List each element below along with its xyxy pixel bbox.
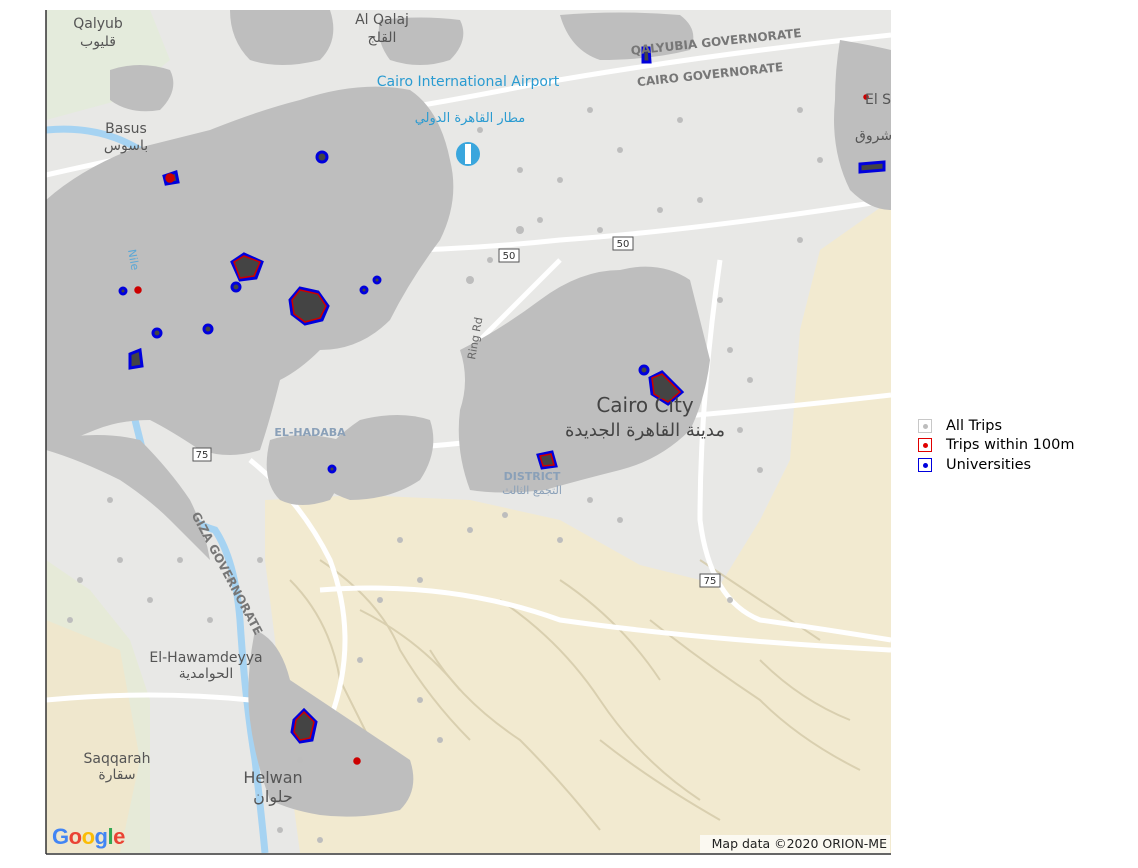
university-point <box>315 150 329 164</box>
map-attribution: Map data ©2020 ORION-ME <box>700 835 890 853</box>
label-el-hawamdeyya-en: El-Hawamdeyya <box>149 650 262 666</box>
label-el-sh-ar: شروق <box>855 128 892 144</box>
road-shield: 50 <box>612 236 634 251</box>
road-shield: 75 <box>192 447 212 462</box>
legend-label: Universities <box>946 456 1032 473</box>
legend-key-trips-within-100m <box>918 438 932 453</box>
legend: All Trips Trips within 100m Universities <box>918 416 1074 475</box>
label-basus-en: Basus <box>105 121 147 137</box>
svg-text:50: 50 <box>503 251 516 262</box>
university-point <box>151 327 163 339</box>
label-qalyub-ar: قليوب <box>80 34 116 50</box>
label-saqqarah-en: Saqqarah <box>83 751 150 767</box>
google-logo: Google <box>52 824 125 849</box>
label-al-qalaj-en: Al Qalaj <box>355 12 409 28</box>
university-point <box>638 364 650 376</box>
university-point <box>372 275 382 285</box>
label-helwan-ar: حلوان <box>253 787 293 807</box>
label-el-sh-en: El S <box>865 92 891 108</box>
legend-key-universities <box>918 457 932 472</box>
label-district-ar: التجمع الثالث <box>502 484 562 497</box>
label-qalyub-en: Qalyub <box>73 16 123 32</box>
legend-item-trips-within-100m: Trips within 100m <box>918 436 1074 456</box>
university-point <box>327 464 337 474</box>
svg-text:75: 75 <box>704 576 717 587</box>
label-airport-ar: مطار القاهرة الدولي <box>415 111 526 126</box>
university-point <box>118 286 128 296</box>
legend-item-universities: Universities <box>918 455 1074 475</box>
label-airport-en: Cairo International Airport <box>377 74 560 90</box>
legend-label: All Trips <box>946 417 1003 434</box>
svg-text:50: 50 <box>617 239 630 250</box>
label-el-hadaba: EL-HADABA <box>274 426 346 439</box>
legend-item-all-trips: All Trips <box>918 416 1074 436</box>
university-point <box>202 323 214 335</box>
label-new-cairo-ar: مدينة القاهرة الجديدة <box>565 420 725 441</box>
legend-label: Trips within 100m <box>946 437 1075 454</box>
road-shield: 50 <box>498 248 520 263</box>
university-point <box>230 281 242 293</box>
label-saqqarah-ar: سقارة <box>98 767 135 783</box>
university-polygon <box>128 347 144 370</box>
legend-key-all-trips <box>918 418 932 433</box>
label-al-qalaj-ar: القلج <box>368 30 397 46</box>
label-helwan-en: Helwan <box>243 768 302 787</box>
label-el-hawamdeyya-ar: الحوامدية <box>179 666 234 682</box>
university-polygon <box>858 160 886 174</box>
road-shield: 75 <box>699 573 721 588</box>
university-point <box>359 285 369 295</box>
label-district-en: DISTRICT <box>504 470 561 483</box>
label-basus-ar: باسوس <box>104 138 148 154</box>
label-new-cairo-en: Cairo City <box>596 393 694 417</box>
svg-text:75: 75 <box>196 450 209 461</box>
